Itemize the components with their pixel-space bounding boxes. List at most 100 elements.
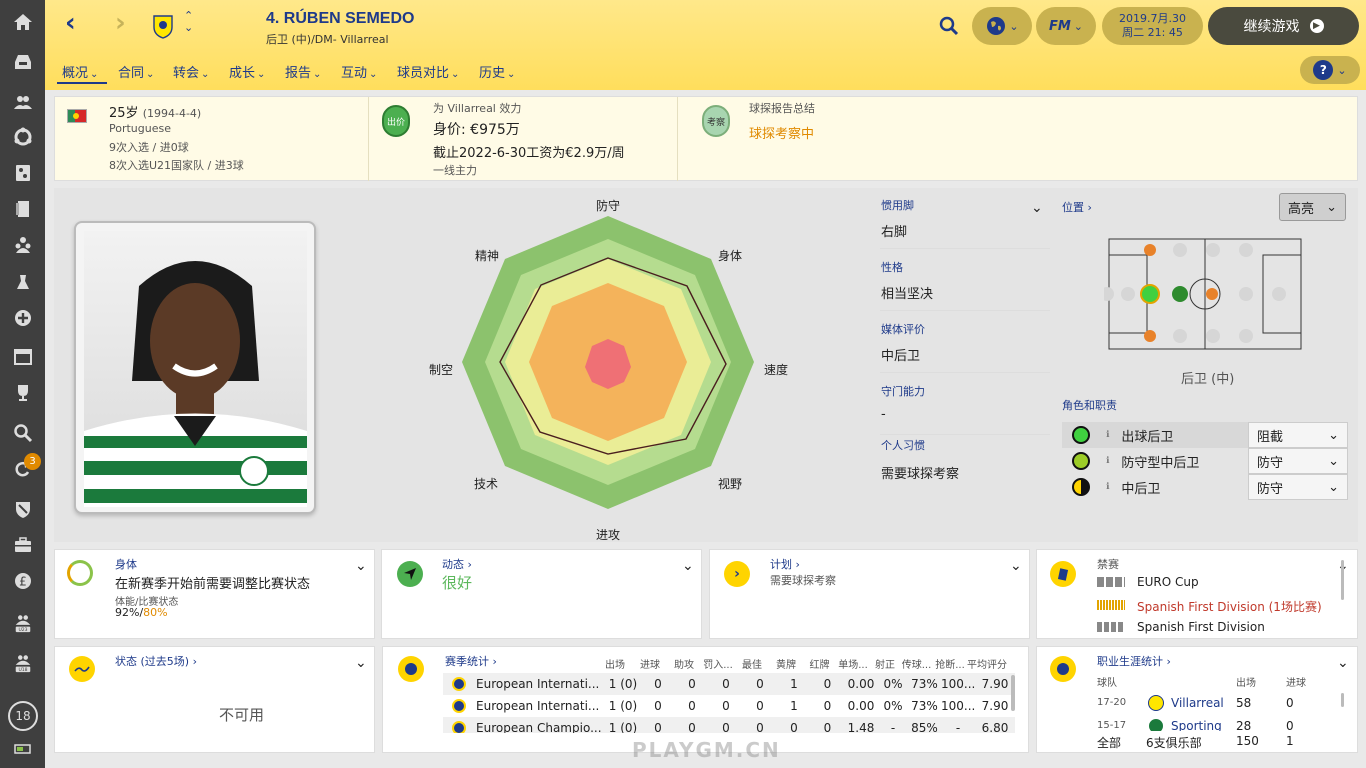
continue-label: 继续游戏 bbox=[1243, 19, 1300, 35]
tab-contract[interactable]: 合同 ⌄ bbox=[118, 62, 154, 81]
morale-link[interactable]: 动态 › bbox=[442, 556, 472, 572]
plan-link[interactable]: 计划 › bbox=[770, 556, 800, 572]
scrollbar[interactable] bbox=[1011, 675, 1015, 711]
season-col-header[interactable]: 红牌 bbox=[803, 656, 836, 671]
tactics-icon[interactable] bbox=[0, 156, 45, 190]
nation-flag-icon bbox=[67, 109, 87, 123]
morale-value: 很好 bbox=[442, 574, 473, 592]
scouting-icon[interactable] bbox=[0, 492, 45, 526]
briefcase-icon[interactable] bbox=[0, 528, 45, 562]
competition-icon bbox=[452, 677, 466, 691]
season-col-header[interactable]: 抢断... bbox=[933, 656, 967, 671]
position-link[interactable]: 位置 › bbox=[1062, 199, 1092, 215]
continue-button[interactable]: 继续游戏 ▶ bbox=[1208, 7, 1359, 45]
player-info-strip: 25岁 (1994-4-4) Portuguese 9次入选 / 进0球 8次入… bbox=[54, 96, 1358, 181]
svg-text:U18: U18 bbox=[18, 667, 27, 673]
squad-icon[interactable] bbox=[0, 85, 45, 119]
season-col-header[interactable]: 罚入... bbox=[701, 656, 735, 671]
tab-transfer[interactable]: 转会 ⌄ bbox=[173, 62, 209, 81]
help-icon: ? bbox=[1313, 60, 1334, 80]
tab-overview[interactable]: 概况 ⌄ bbox=[62, 62, 98, 81]
battery-icon bbox=[0, 737, 45, 761]
day-counter[interactable]: 18 bbox=[8, 701, 38, 731]
back-arrow-icon[interactable]: ‹ bbox=[65, 8, 76, 38]
highlight-dropdown[interactable]: 高亮 ⌄ bbox=[1279, 193, 1346, 221]
scout-status[interactable]: 球探考察中 bbox=[749, 123, 814, 142]
role-row[interactable]: ℹ 中后卫 防守 ⌄ bbox=[1062, 474, 1348, 500]
search-sidebar-icon[interactable] bbox=[0, 416, 45, 450]
notification-badge: 3 bbox=[24, 453, 41, 470]
plan-card: › 计划 › ⌄ 需要球探考察 bbox=[709, 549, 1030, 639]
season-col-header[interactable]: 进球 bbox=[633, 656, 667, 671]
chevron-down-icon[interactable]: ⌄ bbox=[1337, 655, 1349, 671]
search-icon[interactable] bbox=[938, 15, 960, 40]
add-icon[interactable] bbox=[0, 301, 45, 335]
staff-icon[interactable] bbox=[0, 228, 45, 262]
forward-arrow-icon[interactable]: › bbox=[115, 8, 126, 38]
player-name: 4. RÚBEN SEMEDO bbox=[266, 10, 415, 27]
season-stat-value: 7.90 bbox=[981, 677, 1009, 691]
competition-name: European Internati... bbox=[476, 699, 600, 713]
role-row[interactable]: ℹ 出球后卫 阻截 ⌄ bbox=[1062, 422, 1348, 448]
season-stats-link[interactable]: 赛季统计 › bbox=[445, 653, 497, 669]
chevron-down-icon[interactable]: ⌄ bbox=[355, 558, 367, 574]
home-icon[interactable] bbox=[0, 5, 45, 39]
training-icon[interactable] bbox=[0, 265, 45, 299]
trophy-icon[interactable] bbox=[0, 376, 45, 410]
player-switch-icon[interactable]: ⌃ ⌄ bbox=[184, 10, 193, 34]
form-link[interactable]: 状态 (过去5场) › bbox=[115, 653, 197, 669]
season-col-header[interactable]: 传球... bbox=[900, 656, 933, 671]
season-col-header[interactable]: 平均评分 bbox=[967, 656, 1007, 671]
scrollbar[interactable] bbox=[1341, 560, 1344, 600]
season-col-header[interactable]: 最佳 bbox=[735, 656, 769, 671]
dynamics-icon[interactable] bbox=[0, 120, 45, 154]
date-display[interactable]: 2019.7月.30 周二 21: 45 bbox=[1102, 7, 1203, 45]
time-text: 周二 21: 45 bbox=[1122, 26, 1183, 39]
duty-dropdown[interactable]: 防守 ⌄ bbox=[1248, 474, 1348, 500]
season-col-header[interactable]: 单场... bbox=[836, 656, 870, 671]
role-suitability-icon bbox=[1072, 478, 1090, 496]
form-card: 状态 (过去5场) › ⌄ 不可用 bbox=[54, 646, 375, 753]
chevron-down-icon[interactable]: ⌄ bbox=[1031, 200, 1043, 216]
fm-menu-button[interactable]: FM ⌄ bbox=[1036, 7, 1096, 45]
chevron-right-icon: › bbox=[724, 561, 750, 587]
season-col-header[interactable]: 助攻 bbox=[667, 656, 701, 671]
role-name: 出球后卫 bbox=[1121, 429, 1174, 445]
u23-icon[interactable]: U23 bbox=[0, 606, 45, 640]
season-col-header[interactable]: 黄牌 bbox=[769, 656, 803, 671]
season-stats-row[interactable]: European Internati... 1 (0) 0 0 0 0 1 0 0.00 0% 73… bbox=[443, 673, 1015, 695]
season-stats-row[interactable]: European Champio... 1 (0) 0 0 0 0 0 0 1.48 - 85% - 6… bbox=[443, 717, 1015, 733]
u18-icon[interactable]: U18 bbox=[0, 646, 45, 680]
help-button[interactable]: ? ⌄ bbox=[1300, 56, 1360, 84]
duty-dropdown[interactable]: 防守 ⌄ bbox=[1248, 448, 1348, 474]
globe-icon bbox=[987, 17, 1006, 35]
fitness-card: 身体 ⌄ 在新赛季开始前需要调整比赛状态 体能/比赛状态 92%/80% bbox=[54, 549, 375, 639]
data-hub-icon[interactable] bbox=[0, 192, 45, 226]
schedule-icon[interactable] bbox=[0, 340, 45, 374]
tab-interaction[interactable]: 互动 ⌄ bbox=[341, 62, 377, 81]
chevron-down-icon[interactable]: ⌄ bbox=[1010, 558, 1022, 574]
tab-history[interactable]: 历史 ⌄ bbox=[479, 62, 515, 81]
duty-dropdown[interactable]: 阻截 ⌄ bbox=[1248, 422, 1348, 448]
bans-card: 禁赛 ⌄ EURO Cup Spanish First Division (1场… bbox=[1036, 549, 1358, 639]
inbox-icon[interactable] bbox=[0, 45, 45, 79]
tab-reports[interactable]: 报告 ⌄ bbox=[285, 62, 321, 81]
tab-development[interactable]: 成长 ⌄ bbox=[229, 62, 265, 81]
finances-icon[interactable]: £ bbox=[0, 564, 45, 598]
career-stats-link[interactable]: 职业生涯统计 › bbox=[1097, 653, 1171, 669]
chevron-down-icon[interactable]: ⌄ bbox=[682, 558, 694, 574]
svg-text:U23: U23 bbox=[18, 627, 27, 633]
world-menu-button[interactable]: ⌄ bbox=[972, 7, 1032, 45]
scrollbar[interactable] bbox=[1341, 693, 1344, 707]
sporting-crest-icon bbox=[1148, 718, 1164, 731]
tab-compare[interactable]: 球员对比 ⌄ bbox=[397, 62, 459, 81]
ban-item: Spanish First Division (1场比赛) bbox=[1137, 600, 1322, 614]
role-row[interactable]: ℹ 防守型中后卫 防守 ⌄ bbox=[1062, 448, 1348, 474]
season-col-header[interactable]: 射正 bbox=[870, 656, 900, 671]
season-col-header[interactable]: 出场 bbox=[597, 656, 633, 671]
roles-label: 角色和职责 bbox=[1062, 399, 1117, 412]
career-goals: 0 bbox=[1286, 696, 1294, 710]
chevron-down-icon[interactable]: ⌄ bbox=[355, 655, 367, 671]
chevron-down-icon: ⌄ bbox=[1009, 19, 1019, 33]
season-stats-row[interactable]: European Internati... 1 (0) 0 0 0 0 1 0 0.00 0% 73… bbox=[443, 695, 1015, 717]
